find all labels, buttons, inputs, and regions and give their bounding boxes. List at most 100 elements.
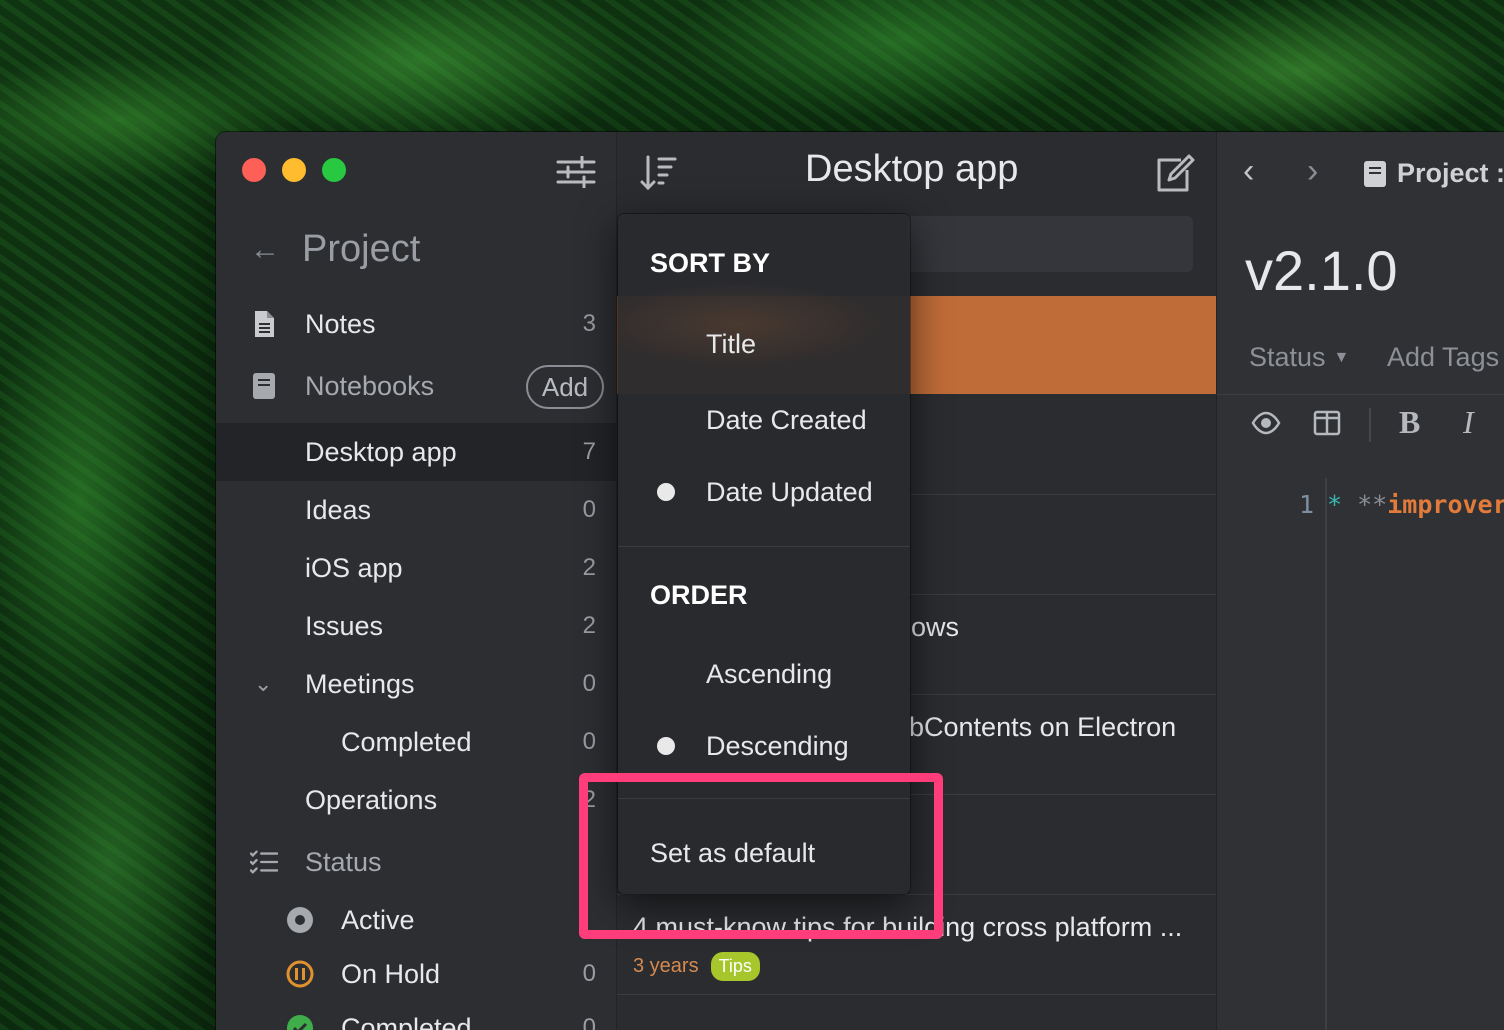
sidebar-item-label: Completed (341, 1012, 472, 1030)
sidebar-item-notes[interactable]: Notes 3 (216, 295, 616, 353)
note-tag-badge[interactable]: Tips (710, 952, 760, 981)
sidebar-item-ideas[interactable]: Ideas 0 (216, 481, 616, 539)
divider (1369, 408, 1371, 442)
new-note-icon[interactable] (1153, 154, 1195, 197)
sidebar-item-count: 0 (582, 960, 596, 987)
line-number: 1 (1299, 490, 1315, 519)
note-item-title[interactable]: bContents on Electron (909, 712, 1176, 743)
sidebar-item-count: 0 (582, 1014, 596, 1030)
sidebar-item-operations[interactable]: Operations 2 (216, 771, 616, 829)
chevron-right-icon[interactable]: › (1307, 152, 1318, 191)
sidebar-item-label: Active (341, 904, 415, 935)
sidebar-item-desktop-app[interactable]: Desktop app 7 (216, 423, 616, 481)
sidebar-item-label: iOS app (305, 552, 403, 583)
menu-item-label: Title (706, 328, 757, 359)
code-bold-marker: ** (1357, 490, 1388, 519)
sort-icon[interactable] (639, 154, 677, 197)
editor-gutter (1325, 478, 1327, 1030)
chevron-left-icon[interactable]: ‹ (1243, 152, 1254, 191)
sidebar-item-label: Meetings (305, 668, 415, 699)
code-line[interactable]: * **improver (1327, 490, 1504, 519)
sidebar-item-label: Operations (305, 784, 438, 815)
active-status-icon (286, 905, 314, 935)
menu-item-label: Date Updated (706, 476, 873, 507)
arrow-left-icon: ← (250, 232, 280, 266)
sidebar-item-label: Issues (305, 610, 384, 641)
italic-icon[interactable]: I (1463, 404, 1474, 441)
note-item-title[interactable]: ows (911, 612, 959, 643)
bold-icon[interactable]: B (1399, 404, 1420, 441)
minimize-window-button[interactable] (282, 158, 306, 182)
pause-icon (286, 959, 314, 989)
editor-pane: ‹ › Project : v2.1.0 Status ▼ Add Tags B… (1216, 132, 1504, 1030)
breadcrumb[interactable]: Project : (1363, 158, 1504, 189)
divider (617, 994, 1217, 995)
order-option-ascending[interactable]: Ascending (618, 644, 910, 704)
split-view-icon[interactable] (1313, 408, 1341, 443)
notebook-icon (250, 371, 278, 401)
sidebar-item-count: 2 (582, 554, 596, 581)
sidebar-item-count: 3 (582, 310, 596, 337)
window-controls (242, 158, 346, 182)
note-title[interactable]: v2.1.0 (1245, 238, 1398, 303)
sidebar-item-status-on-hold[interactable]: On Hold 0 (216, 945, 616, 1003)
divider (618, 546, 910, 547)
search-input[interactable] (907, 216, 1193, 272)
sidebar-item-meetings[interactable]: ⌄ Meetings 0 (216, 655, 616, 713)
sidebar-item-status-active[interactable]: Active (216, 891, 616, 949)
notebook-title: Desktop app (805, 148, 1019, 190)
sidebar-item-ios-app[interactable]: iOS app 2 (216, 539, 616, 597)
status-dropdown[interactable]: Status ▼ (1249, 342, 1349, 373)
breadcrumb-label: Project : (1397, 158, 1504, 188)
sidebar-item-status-completed[interactable]: Completed 0 (216, 999, 616, 1030)
sidebar-item-label: Status (305, 846, 382, 877)
note-updated-time: 3 years (633, 955, 699, 977)
add-tags-button[interactable]: Add Tags (1387, 342, 1499, 373)
order-heading: ORDER (650, 580, 748, 610)
eye-icon[interactable] (1251, 408, 1281, 443)
caret-down-icon: ▼ (1333, 348, 1350, 366)
code-bold-text: improver (1387, 490, 1504, 519)
menu-item-label: Date Created (706, 404, 867, 435)
sidebar-item-issues[interactable]: Issues 2 (216, 597, 616, 655)
sort-option-date-updated[interactable]: Date Updated (618, 462, 910, 522)
sidebar-item-label: Notebooks (305, 370, 435, 401)
note-item-meta: 3 years Tips (633, 952, 760, 981)
menu-item-label: Ascending (706, 658, 833, 689)
notebook-icon (1364, 160, 1386, 187)
sidebar-item-count: 0 (582, 496, 596, 523)
sidebar-item-status[interactable]: Status (216, 833, 616, 891)
add-notebook-button[interactable]: Add (526, 365, 604, 409)
sort-by-heading: SORT BY (650, 248, 771, 278)
sidebar-item-label: Desktop app (305, 436, 457, 467)
zoom-window-button[interactable] (322, 158, 346, 182)
code-bullet: * (1327, 490, 1343, 519)
sidebar-item-count: 7 (582, 438, 596, 465)
sliders-icon[interactable] (556, 155, 596, 189)
selected-dot-icon (657, 483, 675, 501)
order-option-descending[interactable]: Descending (618, 716, 910, 776)
sidebar-item-label: Notes (305, 308, 376, 339)
sidebar: ← Project Notes 3 Notebooks Add Desktop … (216, 132, 616, 1030)
back-to-project[interactable]: ← Project (250, 228, 420, 271)
sidebar-item-count: 0 (582, 670, 596, 697)
check-circle-icon (286, 1013, 314, 1030)
sidebar-item-count: 0 (582, 728, 596, 755)
sort-option-title[interactable]: Title (618, 314, 910, 374)
sidebar-item-count: 2 (582, 612, 596, 639)
menu-item-label: Descending (706, 730, 849, 761)
checklist-icon (250, 847, 278, 877)
chevron-down-icon[interactable]: ⌄ (254, 671, 272, 697)
sort-option-date-created[interactable]: Date Created (618, 390, 910, 450)
sidebar-item-meetings-completed[interactable]: Completed 0 (216, 713, 616, 771)
close-window-button[interactable] (242, 158, 266, 182)
sidebar-item-label: Ideas (305, 494, 372, 525)
sidebar-item-label: Completed (341, 726, 472, 757)
sidebar-title: Project (302, 228, 421, 270)
sidebar-item-label: On Hold (341, 958, 441, 989)
highlight-annotation-box (579, 773, 943, 939)
status-label: Status (1249, 342, 1326, 372)
selected-dot-icon (657, 737, 675, 755)
sidebar-item-notebooks: Notebooks Add (216, 357, 616, 415)
divider (1217, 394, 1504, 395)
